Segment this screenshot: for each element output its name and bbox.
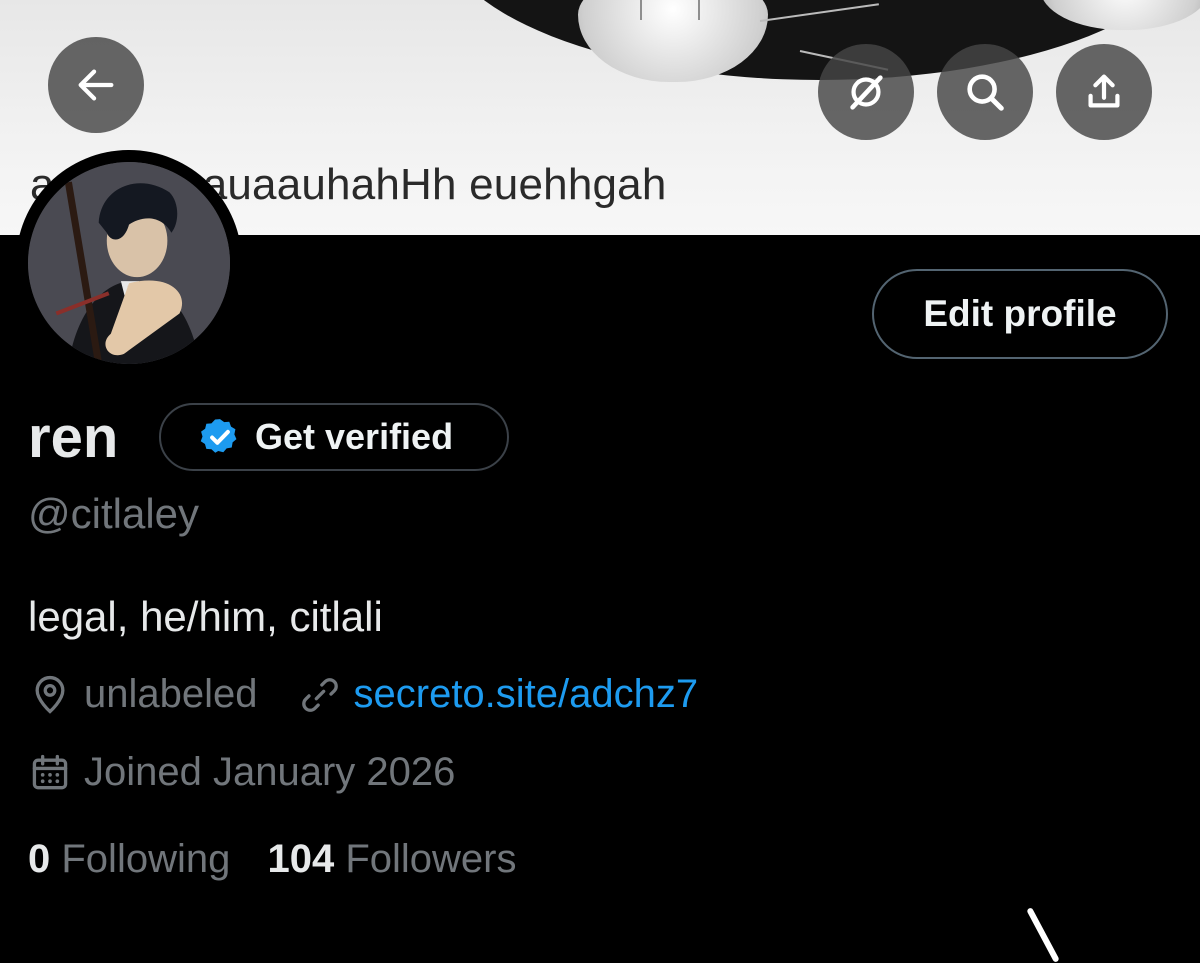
avatar[interactable]: [16, 150, 242, 376]
get-verified-button[interactable]: Get verified: [159, 403, 509, 471]
following-count: 0: [28, 837, 51, 881]
scroll-indicator-mark: [1026, 907, 1060, 963]
verified-badge-icon: [200, 419, 237, 453]
share-button[interactable]: [1056, 44, 1152, 140]
back-button[interactable]: [48, 37, 144, 133]
location-text: unlabeled: [84, 672, 258, 716]
calendar-icon: [32, 754, 68, 789]
arrow-left-icon: [78, 69, 114, 101]
joined-date: Joined January 2026: [84, 750, 456, 794]
share-icon: [1088, 74, 1120, 108]
bio: legal, he/him, citlali: [28, 593, 383, 640]
avatar-image: [28, 162, 230, 364]
follow-stats: 0 Following 104 Followers: [28, 837, 517, 882]
followers-label: Followers: [345, 837, 517, 881]
following-link[interactable]: 0 Following: [28, 837, 230, 881]
display-name: ren: [28, 405, 119, 470]
user-handle: @citlaley: [28, 490, 200, 537]
search-icon: [967, 74, 1004, 111]
followers-link[interactable]: 104 Followers: [267, 837, 516, 881]
search-button[interactable]: [937, 44, 1033, 140]
link-icon: [301, 677, 338, 712]
grok-icon: [850, 75, 883, 110]
get-verified-label: Get verified: [255, 416, 454, 457]
joined-row: Joined January 2026: [28, 750, 455, 795]
website-link[interactable]: secreto.site/adchz7: [354, 672, 699, 717]
profile-meta-row: unlabeled secreto.site/adchz7: [28, 672, 698, 717]
location-pin-icon: [35, 675, 65, 714]
followers-count: 104: [267, 837, 335, 881]
grok-button[interactable]: [818, 44, 914, 140]
following-label: Following: [61, 837, 231, 881]
edit-profile-button[interactable]: Edit profile: [872, 269, 1168, 359]
